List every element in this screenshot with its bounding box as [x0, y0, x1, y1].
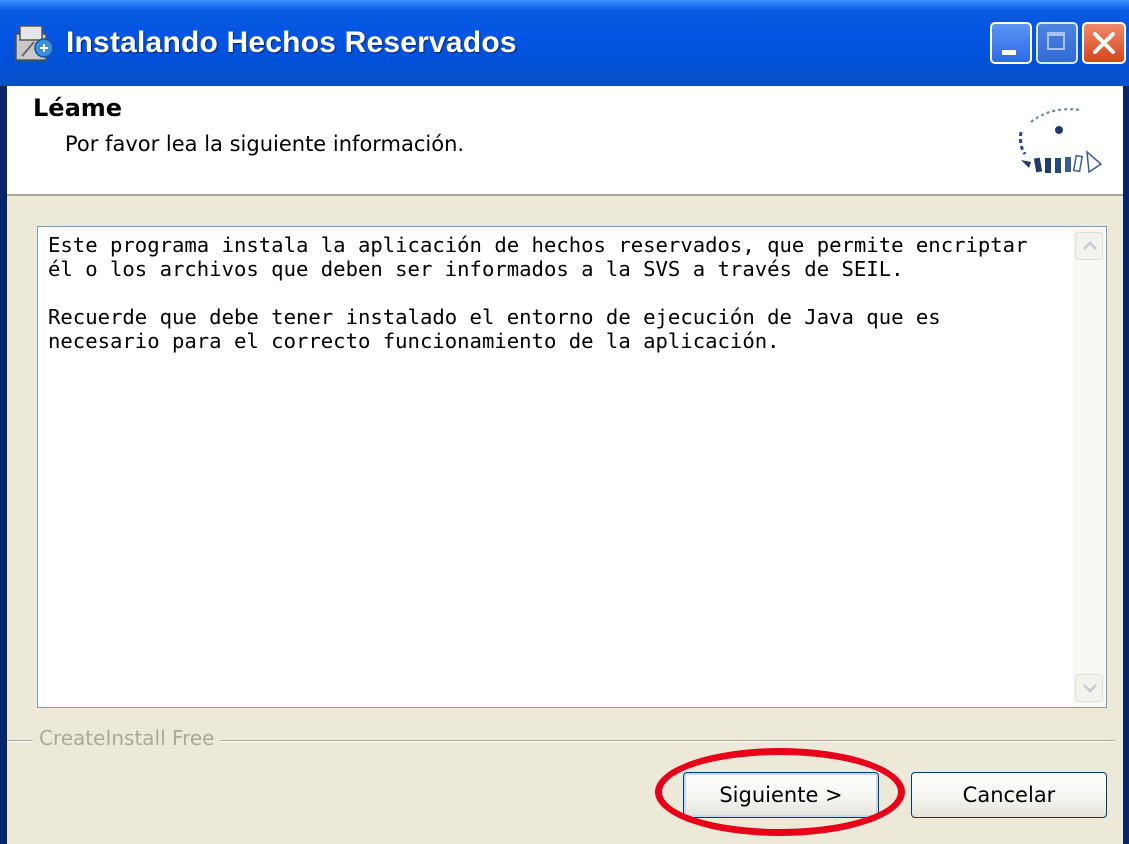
- chevron-down-icon: [1083, 684, 1097, 693]
- close-icon: [1093, 32, 1115, 54]
- installer-icon: [14, 20, 56, 64]
- vertical-scrollbar[interactable]: [1073, 228, 1105, 706]
- minimize-button[interactable]: [990, 22, 1032, 64]
- installer-window: Instalando Hechos Reservados Léame Por f…: [0, 0, 1129, 844]
- title-bar[interactable]: Instalando Hechos Reservados: [0, 0, 1129, 86]
- scroll-down-button[interactable]: [1075, 674, 1103, 702]
- readme-textarea[interactable]: Este programa instala la aplicación de h…: [37, 226, 1107, 708]
- next-button[interactable]: Siguiente >: [683, 772, 879, 818]
- wizard-client-area: Léame Por favor lea la siguiente informa…: [7, 86, 1123, 844]
- branding-label: CreateInstall Free: [33, 726, 221, 750]
- window-title: Instalando Hechos Reservados: [66, 26, 517, 59]
- scroll-up-button[interactable]: [1075, 232, 1103, 260]
- maximize-button[interactable]: [1036, 22, 1078, 64]
- page-subtitle: Por favor lea la siguiente información.: [65, 132, 465, 156]
- wizard-header: Léame Por favor lea la siguiente informa…: [7, 86, 1123, 196]
- createinstall-logo-icon: [1019, 108, 1103, 174]
- readme-text: Este programa instala la aplicación de h…: [48, 233, 1028, 353]
- close-button[interactable]: [1082, 22, 1126, 64]
- cancel-button[interactable]: Cancelar: [911, 772, 1107, 818]
- minimize-icon: [1002, 50, 1016, 55]
- page-title: Léame: [33, 94, 123, 122]
- maximize-icon: [1047, 32, 1065, 50]
- chevron-up-icon: [1083, 241, 1097, 250]
